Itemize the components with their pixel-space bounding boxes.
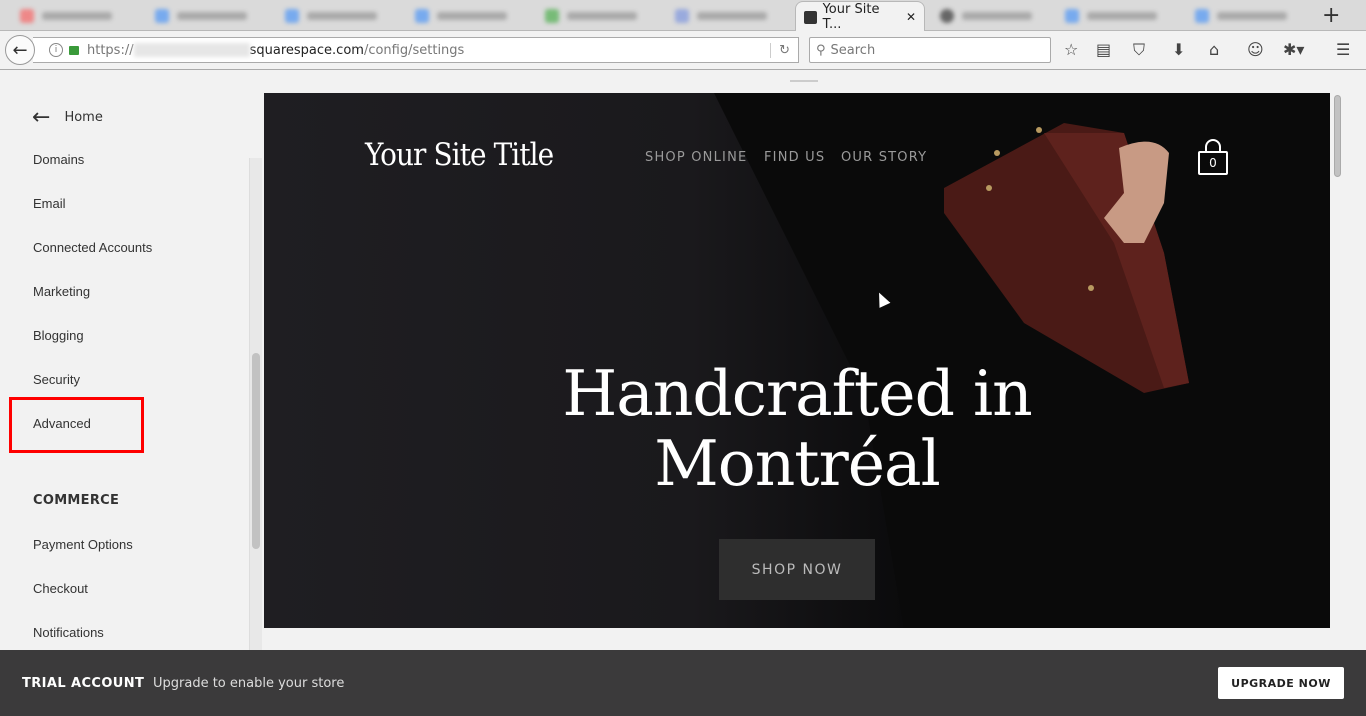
- search-placeholder: Search: [830, 42, 876, 58]
- sidebar-item-notifications[interactable]: Notifications: [33, 625, 104, 640]
- extension-icon[interactable]: ✱▾: [1283, 40, 1304, 59]
- sidebar-item-checkout[interactable]: Checkout: [33, 581, 88, 596]
- settings-sidebar: Domains Email Connected Accounts Marketi…: [0, 71, 250, 650]
- back-button[interactable]: ←: [5, 35, 35, 65]
- tab-title: Your Site T...: [822, 2, 880, 32]
- tab[interactable]: [545, 5, 637, 27]
- new-tab-button[interactable]: +: [1322, 3, 1340, 28]
- back-arrow-icon: ←: [32, 105, 51, 130]
- upgrade-message: Upgrade to enable your store: [153, 675, 345, 691]
- back-arrow-icon: ←: [12, 39, 28, 61]
- menu-icon[interactable]: ☰: [1336, 40, 1350, 59]
- site-title[interactable]: Your Site Title: [365, 137, 554, 173]
- nav-bar: i https:// squarespace.com /config/setti…: [0, 31, 1366, 70]
- sidebar-scrollbar[interactable]: [249, 158, 262, 650]
- upgrade-now-button[interactable]: UPGRADE NOW: [1218, 667, 1344, 699]
- sidebar-item-payment-options[interactable]: Payment Options: [33, 537, 133, 552]
- sidebar-scroll-thumb[interactable]: [252, 353, 260, 549]
- url-redacted: [133, 43, 250, 57]
- tab[interactable]: [155, 5, 247, 27]
- tab-bar: Your Site T... ✕ +: [0, 0, 1366, 32]
- url-host: squarespace.com: [249, 42, 364, 58]
- tab[interactable]: [1195, 5, 1287, 27]
- url-path: /config/settings: [363, 42, 465, 58]
- home-label: Home: [64, 110, 103, 125]
- sidebar-item-email[interactable]: Email: [33, 196, 66, 211]
- trial-label: TRIAL ACCOUNT: [22, 675, 145, 691]
- home-back-link[interactable]: ← Home: [32, 105, 103, 130]
- search-input[interactable]: ⚲ Search: [809, 37, 1051, 63]
- nav-shop-online[interactable]: SHOP ONLINE: [645, 150, 747, 165]
- url-scheme: https://: [87, 42, 134, 58]
- tab[interactable]: [20, 5, 112, 27]
- drag-handle[interactable]: [790, 80, 818, 82]
- download-icon[interactable]: ⬇: [1172, 40, 1185, 59]
- preview-scroll-thumb[interactable]: [1334, 95, 1341, 177]
- tab[interactable]: [415, 5, 507, 27]
- reading-list-icon[interactable]: ▤: [1096, 40, 1111, 59]
- reload-icon[interactable]: ↻: [770, 42, 790, 58]
- close-tab-icon[interactable]: ✕: [906, 10, 916, 24]
- sidebar-item-domains[interactable]: Domains: [33, 152, 84, 167]
- nav-find-us[interactable]: FIND US: [764, 150, 825, 165]
- commerce-heading: COMMERCE: [33, 493, 120, 508]
- sidebar-item-security[interactable]: Security: [33, 372, 80, 387]
- headline-line-2: Montréal: [654, 427, 940, 500]
- squarespace-cube-icon: [804, 10, 817, 24]
- sidebar-item-marketing[interactable]: Marketing: [33, 284, 90, 299]
- tab[interactable]: [285, 5, 377, 27]
- advanced-highlight-box: [9, 397, 144, 453]
- chat-icon[interactable]: ☺: [1247, 40, 1264, 59]
- lock-icon: [69, 45, 79, 55]
- headline-line-1: Handcrafted in: [562, 357, 1032, 430]
- tab[interactable]: [940, 5, 1032, 27]
- shop-now-button[interactable]: SHOP NOW: [719, 539, 875, 600]
- trial-bar: TRIAL ACCOUNT Upgrade to enable your sto…: [0, 650, 1366, 716]
- tab[interactable]: [675, 5, 767, 27]
- search-icon: ⚲: [816, 42, 826, 58]
- tab[interactable]: [1065, 5, 1157, 27]
- sidebar-item-blogging[interactable]: Blogging: [33, 328, 84, 343]
- url-bar[interactable]: i https:// squarespace.com /config/setti…: [33, 37, 799, 63]
- pocket-icon[interactable]: ⛉: [1133, 40, 1145, 60]
- hero-headline: Handcrafted in Montréal: [264, 359, 1330, 499]
- cart-button[interactable]: 0: [1198, 151, 1228, 175]
- site-preview: Your Site Title SHOP ONLINE FIND US OUR …: [264, 93, 1330, 628]
- bookmark-star-icon[interactable]: ☆: [1064, 40, 1078, 59]
- preview-scrollbar[interactable]: [1331, 93, 1344, 628]
- sidebar-item-connected-accounts[interactable]: Connected Accounts: [33, 240, 152, 255]
- home-icon[interactable]: ⌂: [1209, 40, 1219, 59]
- nav-our-story[interactable]: OUR STORY: [841, 150, 927, 165]
- info-icon[interactable]: i: [49, 43, 63, 57]
- active-tab[interactable]: Your Site T... ✕: [795, 1, 925, 32]
